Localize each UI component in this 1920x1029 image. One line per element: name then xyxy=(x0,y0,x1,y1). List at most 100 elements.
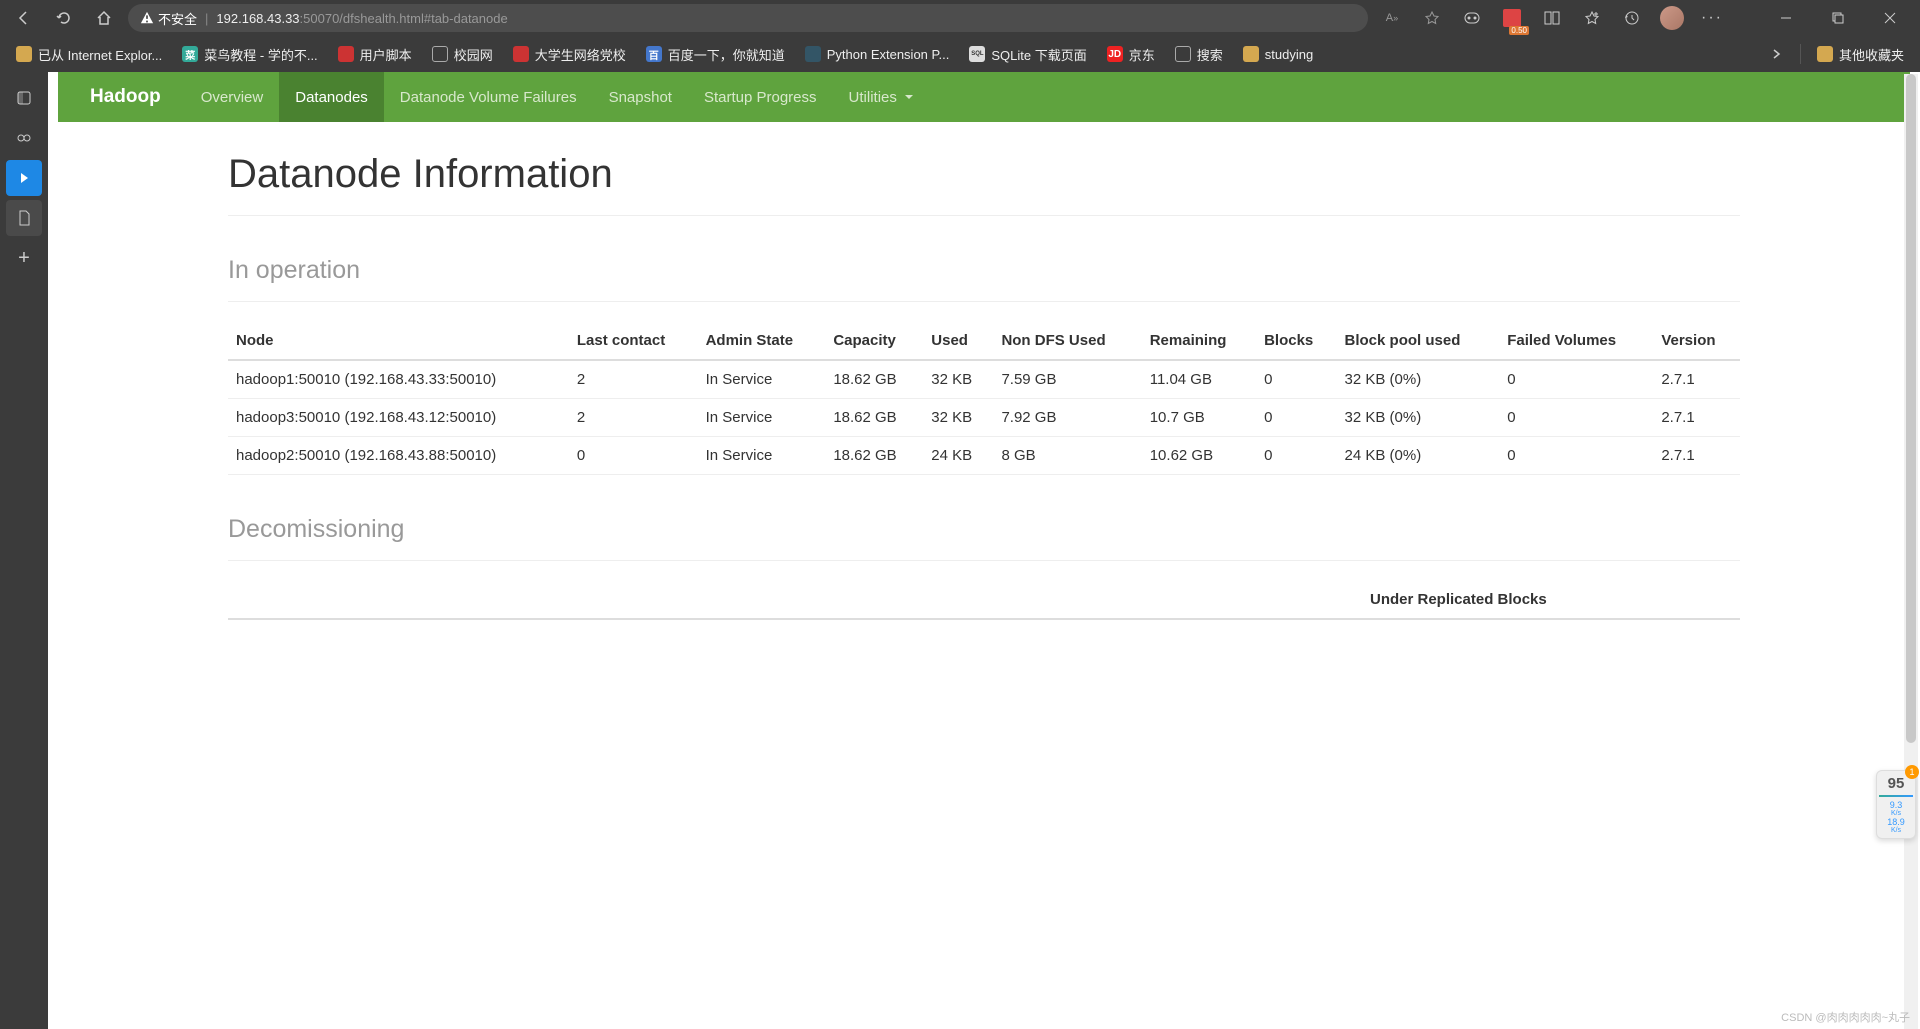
url-text: 192.168.43.33:50070/dfshealth.html#tab-d… xyxy=(216,11,507,26)
table-cell: hadoop3:50010 (192.168.43.12:50010) xyxy=(228,399,569,437)
bookmark-item[interactable]: 校园网 xyxy=(424,41,501,68)
extension-icon-1[interactable] xyxy=(1456,2,1488,34)
maximize-button[interactable] xyxy=(1816,2,1860,34)
table-cell: In Service xyxy=(698,399,826,437)
table-cell: 32 KB xyxy=(923,360,993,399)
table-header: Non DFS Used xyxy=(993,322,1141,360)
nav-startup-progress[interactable]: Startup Progress xyxy=(688,72,833,122)
nav-datanodes[interactable]: Datanodes xyxy=(279,72,384,122)
browser-toolbar: 不安全 | 192.168.43.33:50070/dfshealth.html… xyxy=(0,0,1920,36)
scrollbar[interactable] xyxy=(1904,74,1918,1029)
hadoop-brand[interactable]: Hadoop xyxy=(90,86,161,108)
bookmark-item[interactable]: 大学生网络党校 xyxy=(505,41,634,68)
bookmark-item[interactable]: studying xyxy=(1235,42,1321,66)
minimize-button[interactable] xyxy=(1764,2,1808,34)
bookmark-item[interactable]: Python Extension P... xyxy=(797,42,958,66)
bookmark-overflow-icon[interactable] xyxy=(1760,38,1792,70)
table-cell: 11.04 GB xyxy=(1142,360,1256,399)
nav-snapshot[interactable]: Snapshot xyxy=(593,72,688,122)
refresh-button[interactable] xyxy=(48,2,80,34)
back-button[interactable] xyxy=(8,2,40,34)
bookmark-other[interactable]: 其他收藏夹 xyxy=(1809,41,1912,68)
home-button[interactable] xyxy=(88,2,120,34)
bookmark-item[interactable]: SQLSQLite 下载页面 xyxy=(961,41,1094,68)
bookmark-item[interactable]: 菜菜鸟教程 - 学的不... xyxy=(174,41,325,68)
profile-avatar[interactable] xyxy=(1656,2,1688,34)
sql-icon: SQL xyxy=(969,46,985,62)
watermark: CSDN @肉肉肉肉肉~丸子 xyxy=(1781,1009,1910,1025)
table-header: Admin State xyxy=(698,322,826,360)
security-warning: 不安全 xyxy=(140,9,197,28)
history-icon[interactable] xyxy=(1616,2,1648,34)
table-header: Version xyxy=(1653,322,1740,360)
security-label: 不安全 xyxy=(158,9,197,28)
table-cell: 0 xyxy=(569,437,698,475)
table-cell: 32 KB (0%) xyxy=(1337,399,1500,437)
table-header: Under Replicated Blocks xyxy=(1362,581,1740,619)
table-header: Capacity xyxy=(825,322,923,360)
blue-icon: 百 xyxy=(646,46,662,62)
bookmark-item[interactable]: JD京东 xyxy=(1099,41,1163,68)
page-content: Hadoop OverviewDatanodesDatanode Volume … xyxy=(48,72,1920,1029)
close-button[interactable] xyxy=(1868,2,1912,34)
divider xyxy=(228,215,1740,216)
file-icon xyxy=(432,46,448,62)
widget-badge: 1 xyxy=(1905,765,1919,779)
table-cell: 18.62 GB xyxy=(825,399,923,437)
table-cell: In Service xyxy=(698,437,826,475)
table-row: hadoop1:50010 (192.168.43.33:50010)2In S… xyxy=(228,360,1740,399)
table-row: hadoop3:50010 (192.168.43.12:50010)2In S… xyxy=(228,399,1740,437)
bookmark-item[interactable]: 搜索 xyxy=(1167,41,1231,68)
table-cell: 2.7.1 xyxy=(1653,399,1740,437)
page-title: Datanode Information xyxy=(228,152,1740,197)
bookmark-item[interactable]: 已从 Internet Explor... xyxy=(8,41,170,68)
datanodes-table: NodeLast contactAdmin StateCapacityUsedN… xyxy=(228,322,1740,475)
table-cell: 2.7.1 xyxy=(1653,360,1740,399)
table-cell: 10.7 GB xyxy=(1142,399,1256,437)
sidebar-play-icon[interactable] xyxy=(6,160,42,196)
section-decommissioning: Decomissioning xyxy=(228,515,1740,544)
jd-icon: JD xyxy=(1107,46,1123,62)
file-icon xyxy=(1175,46,1191,62)
favorite-icon[interactable] xyxy=(1416,2,1448,34)
table-cell: 2.7.1 xyxy=(1653,437,1740,475)
bookmark-item[interactable]: 百百度一下，你就知道 xyxy=(638,41,793,68)
table-cell: 0 xyxy=(1256,399,1336,437)
table-header: Last contact xyxy=(569,322,698,360)
network-monitor-widget[interactable]: 1 95 9.3 K/s 18.9 K/s xyxy=(1876,770,1916,839)
sidebar-tabs-icon[interactable] xyxy=(6,80,42,116)
table-cell: 24 KB (0%) xyxy=(1337,437,1500,475)
split-screen-icon[interactable] xyxy=(1536,2,1568,34)
nav-datanode-volume-failures[interactable]: Datanode Volume Failures xyxy=(384,72,593,122)
decommissioning-table: Under Replicated Blocks xyxy=(228,581,1740,620)
table-header: Failed Volumes xyxy=(1499,322,1653,360)
browser-sidebar: + xyxy=(0,72,48,1029)
nav-utilities[interactable]: Utilities xyxy=(833,72,929,122)
divider xyxy=(228,560,1740,561)
nav-overview[interactable]: Overview xyxy=(185,72,280,122)
sidebar-add-icon[interactable]: + xyxy=(6,240,42,276)
table-cell: 0 xyxy=(1256,437,1336,475)
green-icon: 菜 xyxy=(182,46,198,62)
table-cell: 32 KB (0%) xyxy=(1337,360,1500,399)
bookmark-item[interactable]: 用户脚本 xyxy=(330,41,420,68)
table-header: Remaining xyxy=(1142,322,1256,360)
sidebar-file-icon[interactable] xyxy=(6,200,42,236)
read-aloud-icon[interactable]: A» xyxy=(1376,2,1408,34)
warning-icon xyxy=(140,11,154,25)
table-header: Used xyxy=(923,322,993,360)
table-cell: 0 xyxy=(1499,437,1653,475)
table-cell: 24 KB xyxy=(923,437,993,475)
folder-icon xyxy=(1243,46,1259,62)
red-icon xyxy=(338,46,354,62)
favorites-button[interactable] xyxy=(1576,2,1608,34)
red-icon xyxy=(513,46,529,62)
address-bar[interactable]: 不安全 | 192.168.43.33:50070/dfshealth.html… xyxy=(128,4,1368,32)
more-icon[interactable]: ··· xyxy=(1696,2,1728,34)
sidebar-tools-icon[interactable] xyxy=(6,120,42,156)
extension-icon-2[interactable]: 0.50 xyxy=(1496,2,1528,34)
folder-icon xyxy=(1817,46,1833,62)
table-cell: 18.62 GB xyxy=(825,437,923,475)
table-cell: hadoop1:50010 (192.168.43.33:50010) xyxy=(228,360,569,399)
divider xyxy=(228,301,1740,302)
